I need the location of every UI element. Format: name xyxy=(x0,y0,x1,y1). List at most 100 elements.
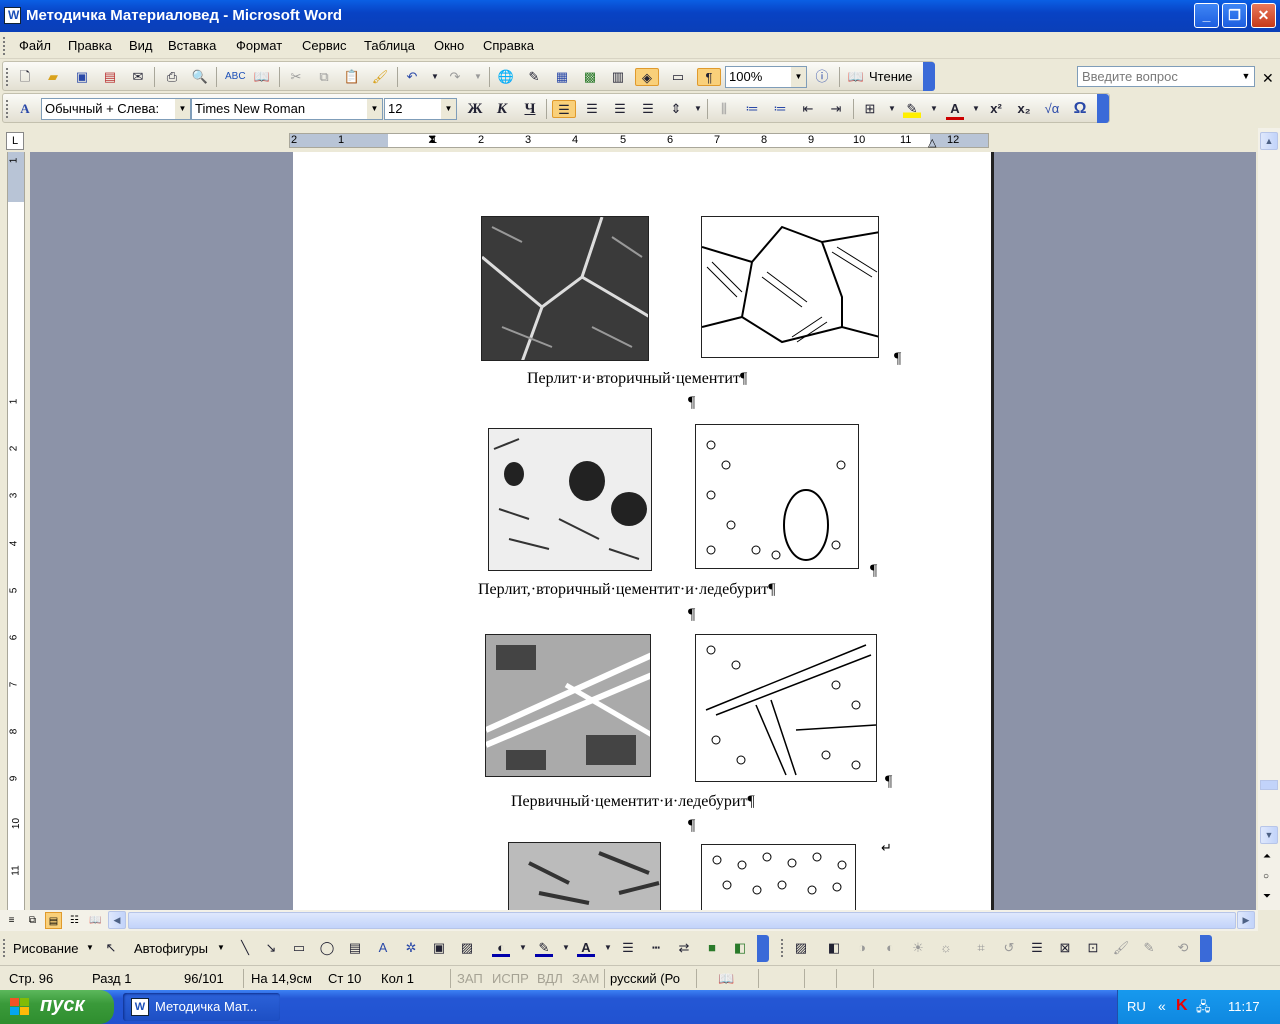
scroll-up-button[interactable]: ▲ xyxy=(1260,132,1278,150)
wordart-icon[interactable]: A xyxy=(374,939,392,957)
rotate-icon[interactable]: ↺ xyxy=(1000,939,1018,957)
word-app-icon[interactable] xyxy=(4,7,21,24)
hyperlink-icon[interactable]: 🌐 xyxy=(497,68,515,86)
status-track-changes[interactable]: ИСПР xyxy=(492,971,529,986)
align-center-icon[interactable]: ☰ xyxy=(583,100,601,118)
chevron-down-icon[interactable]: ▼ xyxy=(599,939,617,957)
close-document-icon[interactable]: ✕ xyxy=(1262,70,1274,87)
ruler-bar[interactable]: 2 1 1 2 3 4 5 6 7 8 9 10 11 12 ⧗ △ xyxy=(289,132,989,149)
permission-icon[interactable]: ▤ xyxy=(101,68,119,86)
menu-window[interactable]: Окно xyxy=(434,38,464,53)
line-spacing-icon[interactable]: ⇕ xyxy=(667,100,685,118)
chevron-down-icon[interactable]: ▼ xyxy=(426,68,444,86)
show-hidden-icons-icon[interactable]: « xyxy=(1158,998,1166,1014)
status-page-count[interactable]: 96/101 xyxy=(184,971,224,986)
start-button[interactable]: пуск xyxy=(0,990,114,1024)
status-extend[interactable]: ВДЛ xyxy=(537,971,563,986)
status-record[interactable]: ЗАП xyxy=(457,971,483,986)
compress-icon[interactable]: ⊠ xyxy=(1056,939,1074,957)
close-button[interactable]: ✕ xyxy=(1251,3,1276,28)
line-style-icon[interactable]: ☰ xyxy=(619,939,637,957)
rectangle-icon[interactable]: ▭ xyxy=(290,939,308,957)
chevron-down-icon[interactable]: ▼ xyxy=(1239,68,1253,85)
select-browse-object-icon[interactable]: ○ xyxy=(1263,871,1269,882)
status-language[interactable]: русский (Ро xyxy=(610,971,680,986)
format-picture-icon[interactable]: 🖌 xyxy=(1112,939,1130,957)
toolbar-options-button[interactable] xyxy=(1200,935,1212,962)
shadow-icon[interactable]: ■ xyxy=(703,939,721,957)
more-brightness-icon[interactable]: ☀ xyxy=(909,939,927,957)
dash-style-icon[interactable]: ┅ xyxy=(647,939,665,957)
vertical-ruler-bar[interactable] xyxy=(7,152,25,912)
status-line[interactable]: Ст 10 xyxy=(328,971,361,986)
menu-insert[interactable]: Вставка xyxy=(168,38,216,53)
symbol-icon[interactable]: Ω xyxy=(1071,100,1089,118)
superscript-icon[interactable]: x² xyxy=(987,100,1005,118)
bullets-icon[interactable]: ≔ xyxy=(771,100,789,118)
scroll-thumb[interactable] xyxy=(1260,780,1278,790)
status-page[interactable]: Стр. 96 xyxy=(9,971,53,986)
select-objects-icon[interactable]: ↖ xyxy=(102,939,120,957)
next-page-icon[interactable]: ⏷ xyxy=(1263,891,1271,902)
reading-button[interactable]: Чтение xyxy=(869,69,912,84)
font-size-select[interactable]: 12 ▼ xyxy=(384,98,457,120)
chevron-down-icon[interactable]: ▼ xyxy=(557,939,575,957)
status-column[interactable]: Кол 1 xyxy=(381,971,414,986)
fill-color-icon[interactable]: ◐ xyxy=(492,939,510,957)
italic-icon[interactable]: К xyxy=(493,100,511,118)
toolbar-options-button[interactable] xyxy=(1097,94,1109,123)
less-brightness-icon[interactable]: ☼ xyxy=(937,939,955,957)
oval-icon[interactable]: ◯ xyxy=(318,939,336,957)
outline-view-icon[interactable]: ☷ xyxy=(66,912,83,929)
subscript-icon[interactable]: x₂ xyxy=(1015,100,1033,118)
spelling-status-icon[interactable]: 📖 xyxy=(718,971,734,987)
style-select[interactable]: Обычный + Слева: ▼ xyxy=(41,98,191,120)
line-icon[interactable]: ╲ xyxy=(236,939,254,957)
font-color-icon[interactable]: A xyxy=(946,100,964,120)
diagram-icon[interactable]: ✲ xyxy=(402,939,420,957)
crop-icon[interactable]: ⌗ xyxy=(972,939,990,957)
menu-grip[interactable] xyxy=(3,37,6,55)
justify-icon[interactable]: ☰ xyxy=(639,100,657,118)
toolbar-grip[interactable] xyxy=(6,100,9,118)
equation-icon[interactable]: √α xyxy=(1043,100,1061,118)
menu-file[interactable]: Файл xyxy=(19,38,51,53)
copy-icon[interactable]: ⧉ xyxy=(315,68,333,86)
increase-indent-icon[interactable]: ⇥ xyxy=(827,100,845,118)
align-right-icon[interactable]: ☰ xyxy=(611,100,629,118)
reset-picture-icon[interactable]: ⟲ xyxy=(1174,939,1192,957)
format-painter-icon[interactable]: 🖌 xyxy=(371,68,389,86)
decrease-indent-icon[interactable]: ⇤ xyxy=(799,100,817,118)
antivirus-icon[interactable]: K xyxy=(1176,997,1188,1015)
zoom-select[interactable]: 100% ▼ xyxy=(725,66,807,88)
document-map-icon[interactable]: ▭ xyxy=(669,68,687,86)
status-overtype[interactable]: ЗАМ xyxy=(572,971,599,986)
chevron-down-icon[interactable]: ▼ xyxy=(925,100,943,118)
spelling-icon[interactable]: ABC xyxy=(225,68,246,86)
styles-icon[interactable]: A xyxy=(16,100,34,118)
new-document-icon[interactable]: 🗋 xyxy=(16,68,34,86)
chevron-down-icon[interactable]: ▼ xyxy=(967,100,985,118)
line-color-icon[interactable]: ✎ xyxy=(535,939,553,957)
insert-table-icon[interactable]: ▦ xyxy=(553,68,571,86)
menu-help[interactable]: Справка xyxy=(483,38,534,53)
more-contrast-icon[interactable]: ◑ xyxy=(853,939,871,957)
autoshapes-button[interactable]: Автофигуры xyxy=(134,941,208,956)
ask-question-box[interactable]: Введите вопрос ▼ xyxy=(1077,66,1255,87)
reading-icon[interactable]: 📖 xyxy=(847,68,865,86)
paste-icon[interactable]: 📋 xyxy=(343,68,361,86)
scroll-right-button[interactable]: ▶ xyxy=(1237,911,1255,929)
underline-icon[interactable]: Ч xyxy=(521,100,539,118)
chevron-down-icon[interactable]: ▼ xyxy=(791,67,806,87)
toolbar-grip[interactable] xyxy=(6,68,9,86)
menu-format[interactable]: Формат xyxy=(236,38,282,53)
print-icon[interactable]: ⎙ xyxy=(163,68,181,86)
email-icon[interactable]: ✉ xyxy=(129,68,147,86)
toolbar-grip[interactable] xyxy=(3,939,6,957)
help-icon[interactable]: ⓘ xyxy=(813,68,831,86)
drawing-menu-button[interactable]: Рисование xyxy=(13,941,78,956)
menu-table[interactable]: Таблица xyxy=(364,38,415,53)
print-preview-icon[interactable]: 🔍 xyxy=(191,68,209,86)
3d-style-icon[interactable]: ◧ xyxy=(731,939,749,957)
redo-icon[interactable]: ↷ xyxy=(446,68,464,86)
